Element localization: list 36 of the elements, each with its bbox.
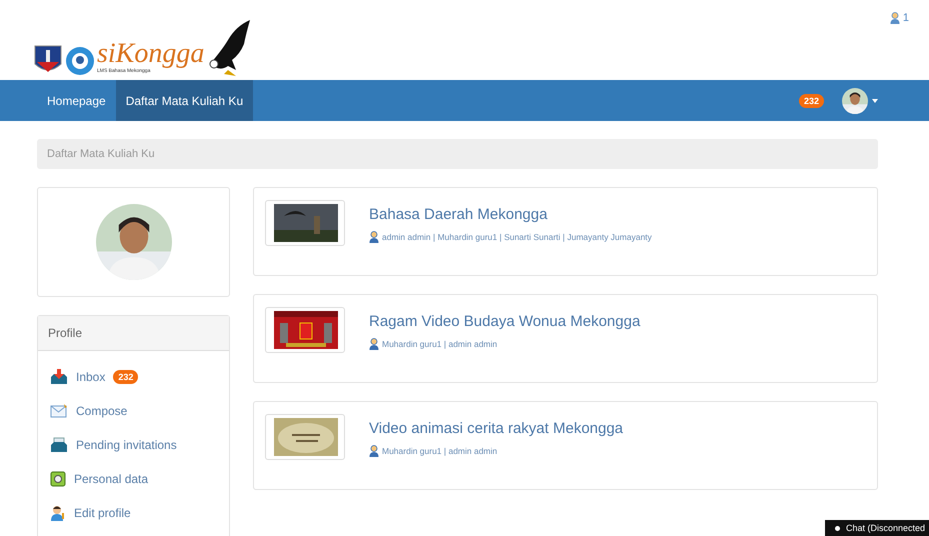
menu-item[interactable]: Inbox 232 bbox=[50, 367, 217, 387]
breadcrumb: Daftar Mata Kuliah Ku bbox=[37, 139, 878, 169]
teacher-list: admin admin | Muhardin guru1 | Sunarti Sunarti | Jumayanty Jumayanty bbox=[382, 232, 652, 242]
course-title[interactable]: Ragam Video Budaya Wonua Mekongga bbox=[369, 313, 640, 330]
envelope-icon bbox=[50, 404, 68, 418]
user-count: 1 bbox=[902, 12, 909, 24]
nav-tab[interactable]: Daftar Mata Kuliah Ku bbox=[116, 80, 254, 121]
menu-item[interactable]: Pending invitations bbox=[50, 435, 217, 455]
panel-title: Profile bbox=[38, 316, 229, 351]
tray-icon bbox=[50, 437, 68, 453]
status-dot-icon bbox=[834, 526, 840, 530]
chat-bar[interactable]: Chat (Disconnected bbox=[824, 520, 929, 536]
notification-badge[interactable]: 232 bbox=[798, 94, 824, 108]
logo-title: siKongga bbox=[97, 40, 204, 68]
menu-item[interactable]: Personal data bbox=[50, 469, 217, 489]
user-icon bbox=[369, 338, 379, 350]
user-icon bbox=[890, 12, 900, 24]
chat-status: Chat (Disconnected bbox=[846, 523, 925, 533]
thumbnail-frame[interactable] bbox=[265, 414, 345, 460]
course-title[interactable]: Bahasa Daerah Mekongga bbox=[369, 206, 652, 223]
safe-icon bbox=[50, 471, 66, 487]
thumbnail-frame[interactable] bbox=[265, 200, 345, 246]
thumbnail-frame[interactable] bbox=[265, 307, 345, 353]
user-menu[interactable] bbox=[842, 88, 878, 114]
course-title[interactable]: Video animasi cerita rakyat Mekongga bbox=[369, 420, 624, 437]
teacher-list: Muhardin guru1 | admin admin bbox=[382, 446, 498, 456]
user-icon bbox=[369, 445, 379, 457]
caret-icon bbox=[872, 98, 878, 102]
nav-tab[interactable]: Homepage bbox=[37, 80, 116, 121]
person-icon bbox=[50, 505, 66, 521]
menu-item[interactable]: Edit profile bbox=[50, 503, 217, 523]
inbox-icon bbox=[50, 369, 68, 385]
teacher-list: Muhardin guru1 | admin admin bbox=[382, 339, 498, 349]
menu-item[interactable]: Compose bbox=[50, 401, 217, 421]
user-icon bbox=[369, 231, 379, 243]
emblem-icon bbox=[65, 46, 95, 76]
